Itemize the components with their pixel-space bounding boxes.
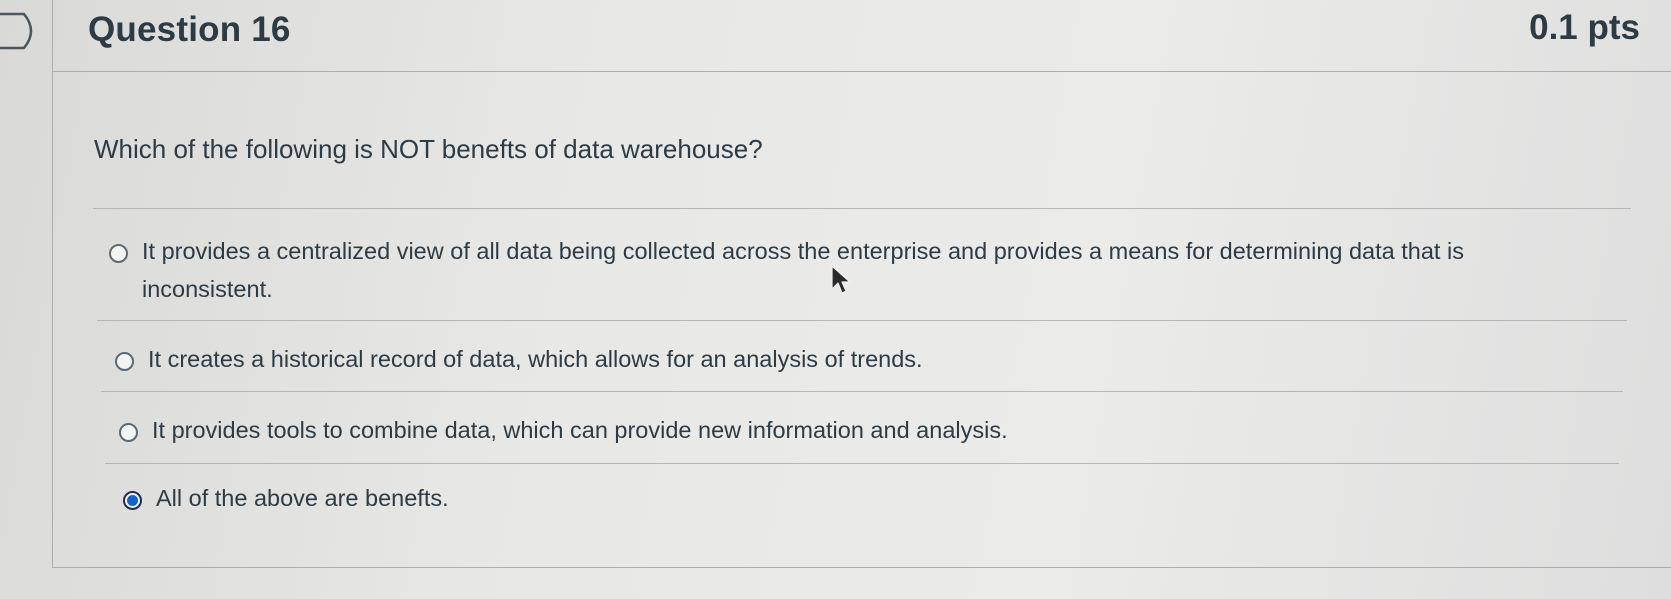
answer-divider [105,463,1619,464]
mouse-pointer-icon [831,265,851,294]
answer-option-3[interactable]: It provides tools to combine data, which… [119,417,1519,449]
answer-4-label[interactable]: All of the above are benefts. [156,479,449,517]
answer-option-2[interactable]: It creates a historical record of data, … [115,346,1515,378]
answer-4-radio[interactable] [123,491,142,510]
answer-divider [101,391,1623,392]
answer-1-label[interactable]: It provides a centralized view of all da… [142,232,1589,308]
question-title: Question 16 [88,10,291,49]
question-text: Which of the following is NOT benefts of… [94,134,763,164]
answer-3-radio[interactable] [119,423,138,442]
answer-2-radio[interactable] [115,352,134,371]
question-card: Question 16 0.1 pts Which of the followi… [52,0,1671,568]
answer-2-label[interactable]: It creates a historical record of data, … [148,340,923,378]
answer-divider [93,208,1631,209]
answer-option-4[interactable]: All of the above are benefts. [123,485,1523,517]
answer-1-radio[interactable] [109,244,128,263]
answer-3-label[interactable]: It provides tools to combine data, which… [152,411,1008,449]
question-header: Question 16 0.1 pts [53,0,1671,72]
question-flag-icon[interactable] [0,12,44,50]
answer-divider [97,320,1627,321]
question-points: 0.1 pts [1529,8,1640,47]
